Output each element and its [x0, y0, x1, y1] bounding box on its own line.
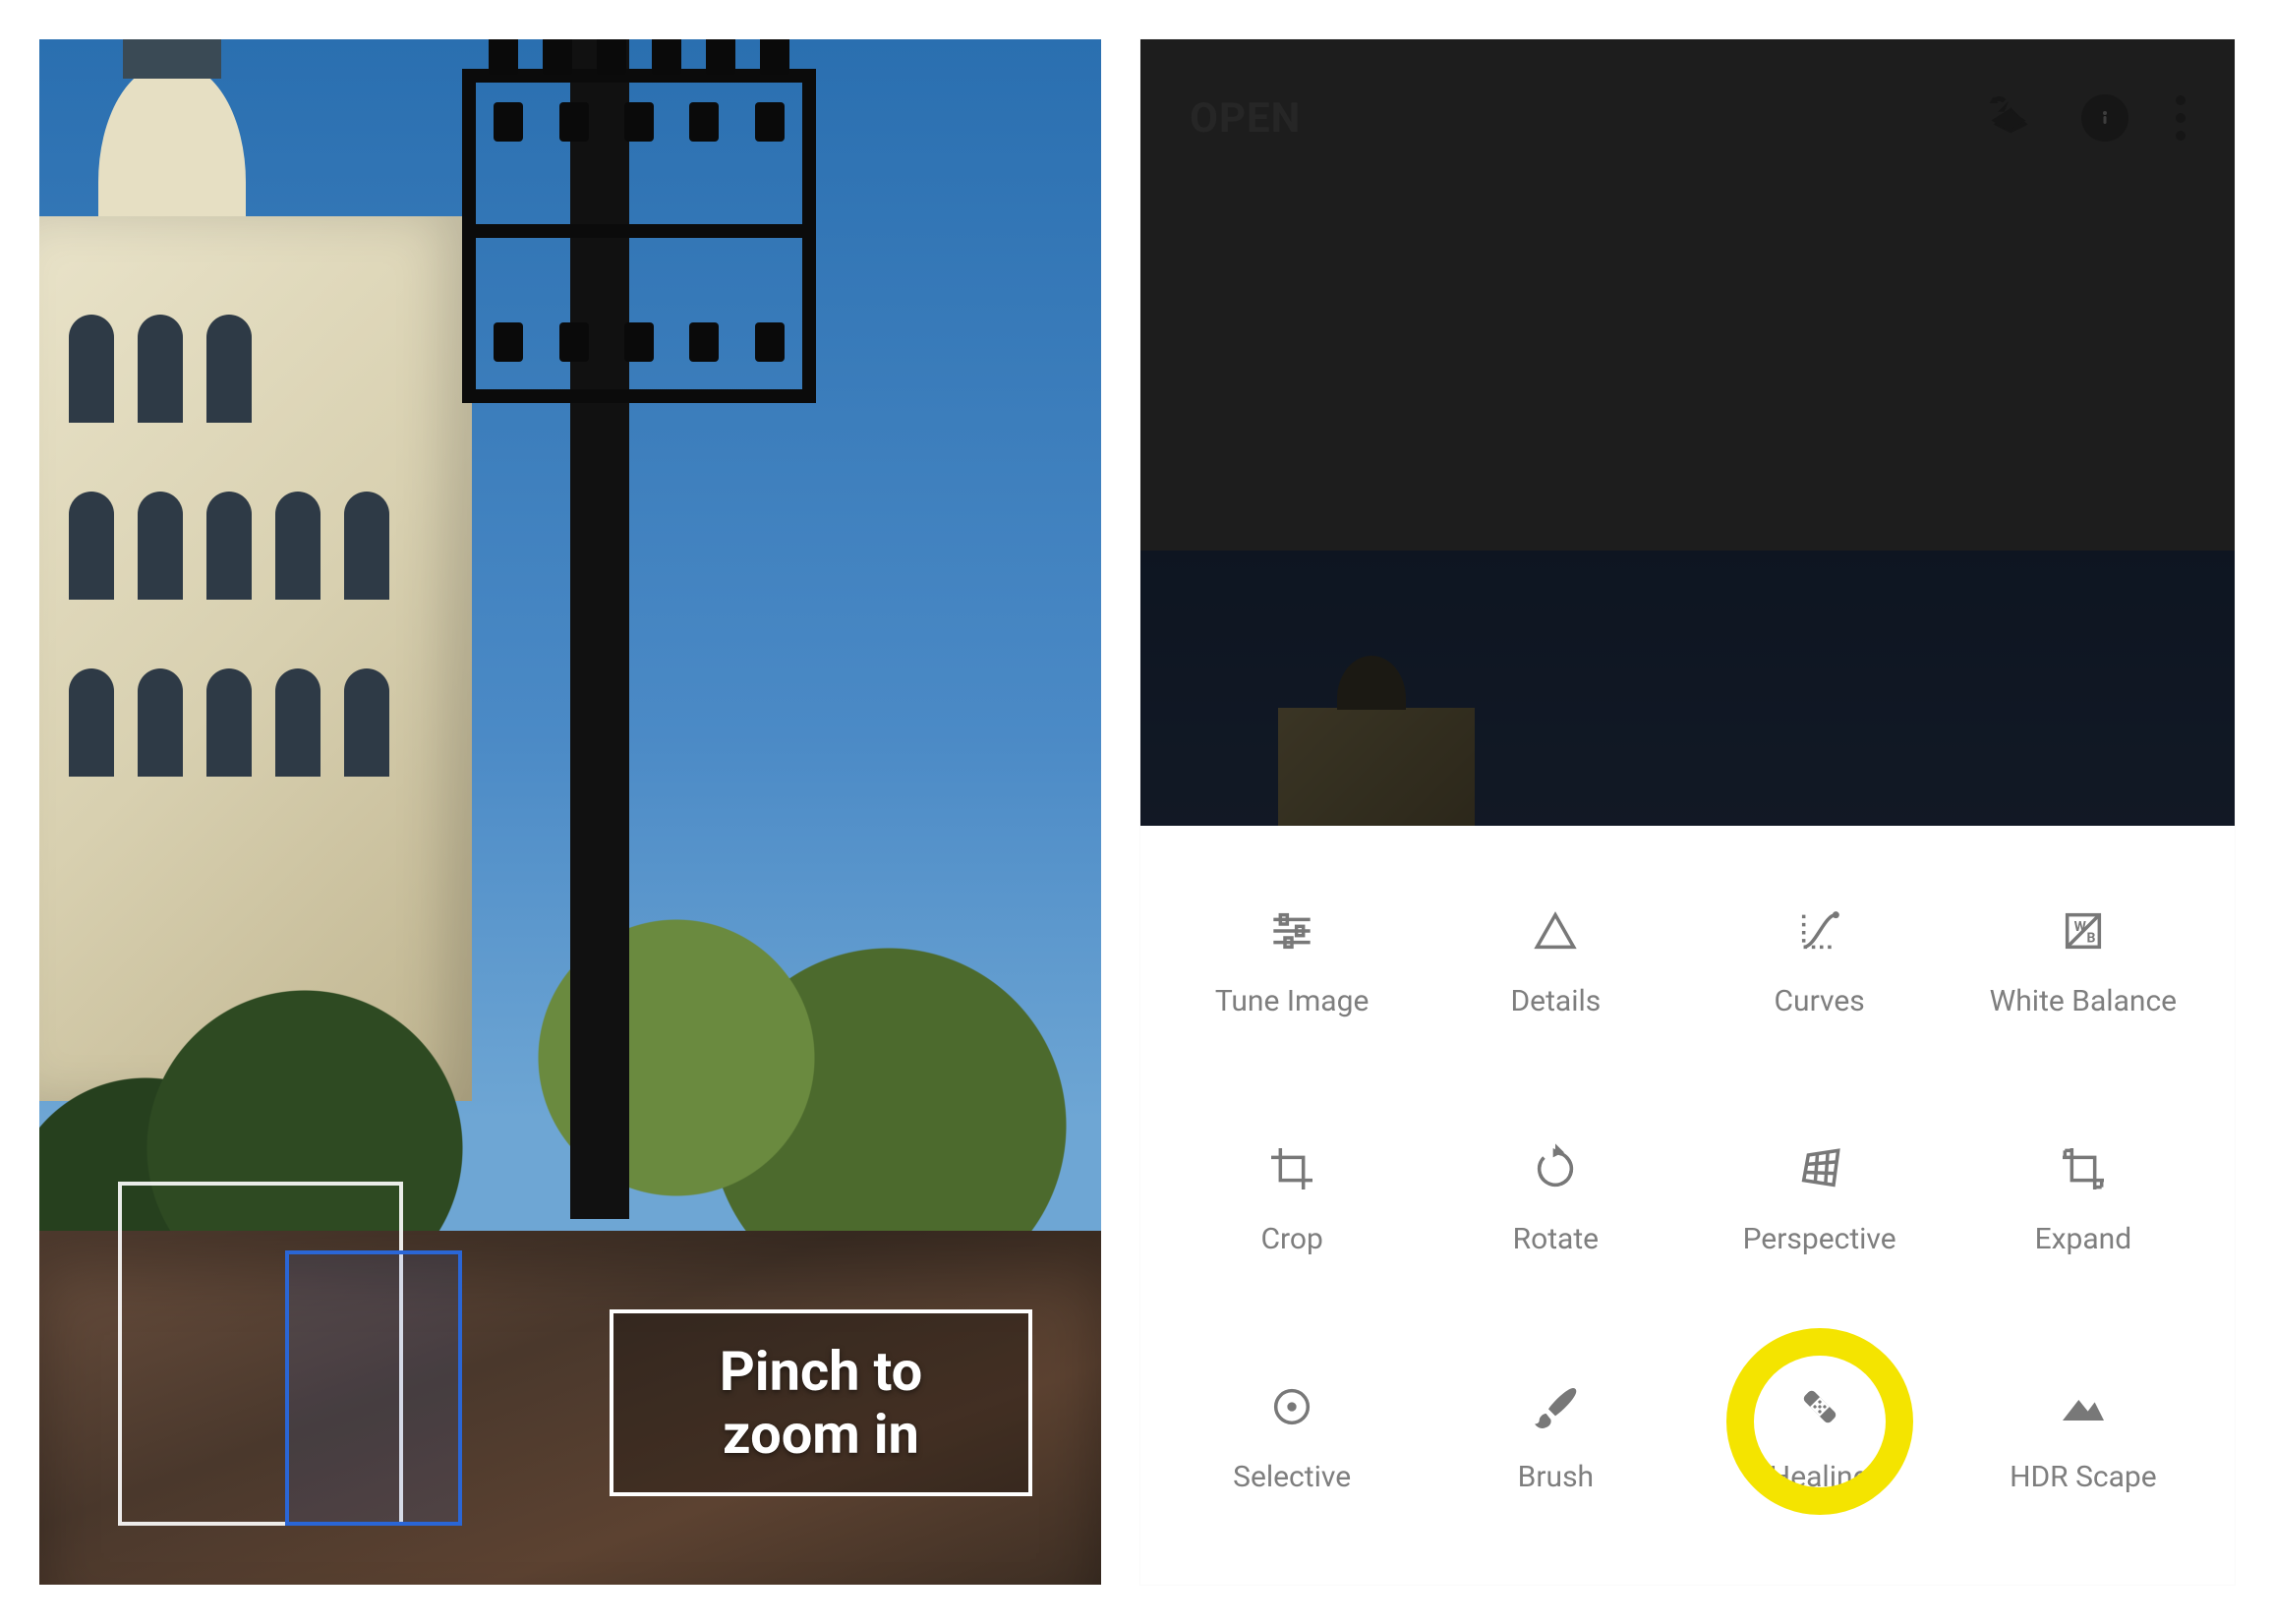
svg-text:W: W: [2074, 919, 2087, 935]
tool-hdr-scape[interactable]: HDR Scape: [1952, 1317, 2215, 1555]
tool-label: Curves: [1775, 984, 1865, 1019]
image-preview[interactable]: [1140, 197, 2235, 826]
tool-label: Rotate: [1513, 1222, 1599, 1257]
tool-label: Crop: [1260, 1222, 1322, 1257]
tool-label: Tune Image: [1215, 984, 1370, 1019]
tool-label: Brush: [1518, 1460, 1594, 1495]
brush-icon: [1526, 1377, 1585, 1436]
more-menu-icon[interactable]: [2176, 95, 2186, 141]
photo-lighting-rig: [462, 69, 816, 403]
tool-perspective[interactable]: Perspective: [1688, 1079, 1952, 1317]
details-icon: [1526, 901, 1585, 960]
pinch-hint-text: Pinch to zoom in: [720, 1340, 923, 1467]
tool-white-balance[interactable]: WB White Balance: [1952, 841, 2215, 1079]
tool-label: Expand: [2035, 1222, 2132, 1257]
tool-label: Details: [1510, 984, 1601, 1019]
tool-details[interactable]: Details: [1424, 841, 1687, 1079]
tool-label: Selective: [1233, 1460, 1351, 1495]
tool-label: HDR Scape: [2010, 1460, 2157, 1495]
snapseed-panel: OPEN Tune Image Details: [1140, 39, 2235, 1585]
photo-panel[interactable]: Pinch to zoom in: [39, 39, 1101, 1585]
white-balance-icon: WB: [2054, 901, 2113, 960]
tool-brush[interactable]: Brush: [1424, 1317, 1687, 1555]
tool-expand[interactable]: Expand: [1952, 1079, 2215, 1317]
tool-selective[interactable]: Selective: [1160, 1317, 1424, 1555]
crop-icon: [1262, 1139, 1321, 1198]
undo-stack-icon[interactable]: [1983, 90, 2034, 145]
tool-tune-image[interactable]: Tune Image: [1160, 841, 1424, 1079]
curves-icon: [1790, 901, 1849, 960]
tool-curves[interactable]: Curves: [1688, 841, 1952, 1079]
tool-label: Healing: [1770, 1460, 1870, 1495]
tool-rotate[interactable]: Rotate: [1424, 1079, 1687, 1317]
tool-label: Perspective: [1743, 1222, 1896, 1257]
tool-healing[interactable]: Healing: [1688, 1317, 1952, 1555]
rotate-icon: [1526, 1139, 1585, 1198]
tune-icon: [1262, 901, 1321, 960]
selection-rect-inner: [285, 1250, 462, 1526]
expand-icon: [2054, 1139, 2113, 1198]
tool-label: White Balance: [1990, 984, 2177, 1019]
tool-crop[interactable]: Crop: [1160, 1079, 1424, 1317]
svg-text:B: B: [2086, 931, 2095, 947]
pinch-hint-overlay: Pinch to zoom in: [610, 1309, 1032, 1496]
selective-icon: [1262, 1377, 1321, 1436]
image-dim-overlay: [1140, 197, 2235, 826]
info-icon[interactable]: [2081, 94, 2128, 142]
open-button[interactable]: OPEN: [1190, 94, 1301, 143]
perspective-icon: [1790, 1139, 1849, 1198]
topbar: OPEN: [1140, 39, 2235, 197]
hdr-scape-icon: [2054, 1377, 2113, 1436]
healing-icon: [1790, 1377, 1849, 1436]
tools-grid: Tune Image Details Curves WB White Balan…: [1140, 826, 2235, 1585]
